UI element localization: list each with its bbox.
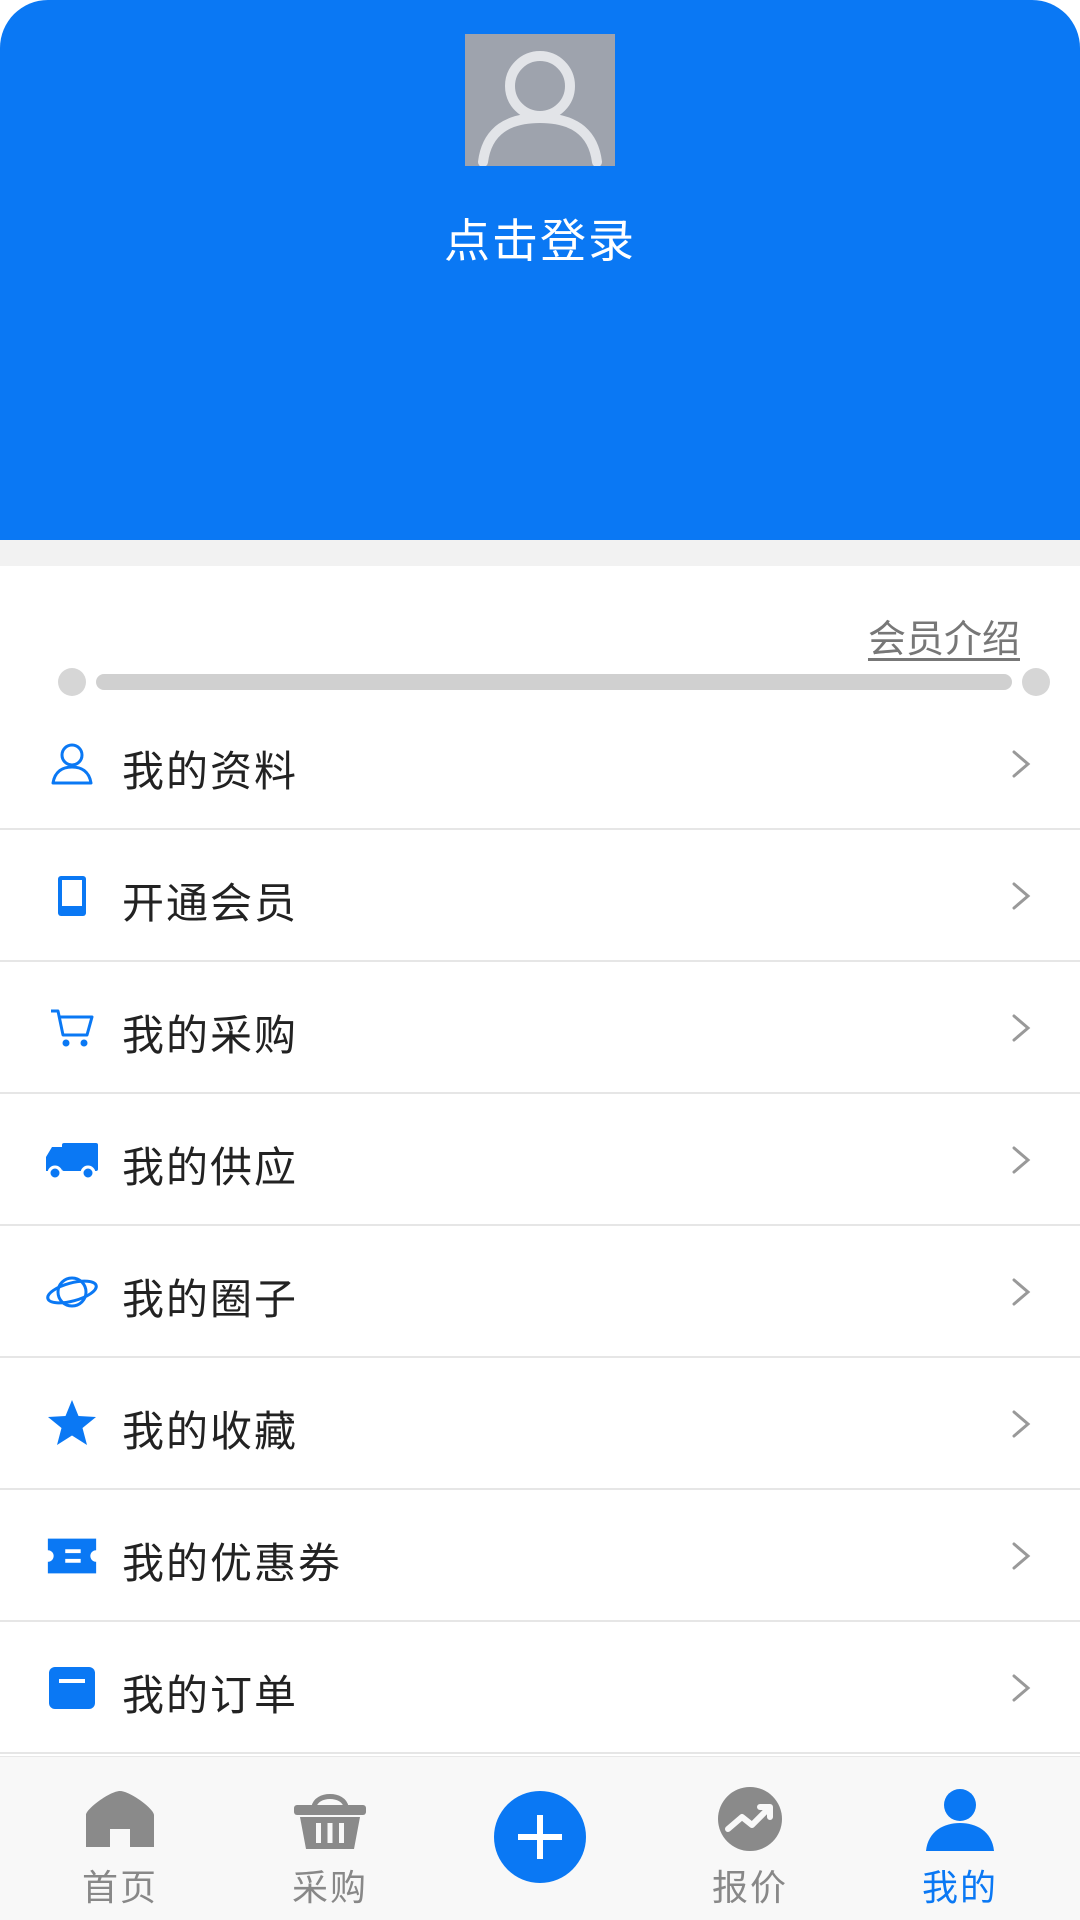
chevron-right-icon bbox=[1012, 1278, 1031, 1306]
chevron-right-icon bbox=[1012, 750, 1031, 778]
menu-item-orders[interactable]: 我的订单 bbox=[0, 1622, 1080, 1754]
avatar-placeholder-icon bbox=[478, 51, 602, 166]
avatar[interactable] bbox=[465, 34, 615, 166]
menu-item-label: 我的圈子 bbox=[122, 1275, 299, 1324]
progress-track bbox=[96, 674, 1012, 690]
star-icon bbox=[44, 1396, 100, 1452]
chevron-right-icon bbox=[1012, 1410, 1031, 1438]
chevron-right-icon bbox=[1012, 1674, 1031, 1702]
menu-item-label: 我的资料 bbox=[122, 747, 299, 796]
login-prompt[interactable]: 点击登录 bbox=[0, 205, 1080, 271]
menu-item-favorites[interactable]: 我的收藏 bbox=[0, 1358, 1080, 1490]
plus-icon bbox=[518, 1815, 562, 1859]
publish-button[interactable] bbox=[494, 1791, 586, 1883]
progress-start-dot bbox=[58, 668, 86, 696]
menu-item-label: 我的订单 bbox=[122, 1671, 299, 1720]
menu-item-label: 开通会员 bbox=[122, 879, 299, 928]
person-icon bbox=[926, 1789, 994, 1851]
menu-item-circle[interactable]: 我的圈子 bbox=[0, 1226, 1080, 1358]
home-icon bbox=[86, 1791, 154, 1847]
menu-item-label: 我的采购 bbox=[122, 1011, 299, 1060]
section-divider bbox=[0, 540, 1080, 566]
chevron-right-icon bbox=[1012, 1542, 1031, 1570]
user-outline-icon bbox=[44, 736, 100, 792]
tab-label: 我的 bbox=[921, 1868, 998, 1909]
menu-item-label: 我的供应 bbox=[122, 1143, 299, 1192]
menu-item-label: 我的收藏 bbox=[122, 1407, 299, 1456]
tab-quote[interactable]: 报价 bbox=[650, 1757, 850, 1920]
menu-list: 我的资料 开通会员 我的采购 我的供应 我的圈子 我的收藏 我的优惠券 我的订单 bbox=[0, 698, 1080, 1754]
tab-purchase[interactable]: 采购 bbox=[230, 1757, 430, 1920]
menu-item-supply[interactable]: 我的供应 bbox=[0, 1094, 1080, 1226]
cart-icon bbox=[44, 1000, 100, 1056]
truck-icon bbox=[44, 1132, 100, 1188]
trend-icon bbox=[718, 1787, 782, 1851]
chevron-right-icon bbox=[1012, 1146, 1031, 1174]
planet-icon bbox=[44, 1264, 100, 1320]
chevron-right-icon bbox=[1012, 1014, 1031, 1042]
tab-label: 采购 bbox=[291, 1868, 368, 1909]
progress-end-dot bbox=[1022, 668, 1050, 696]
tab-home[interactable]: 首页 bbox=[20, 1757, 220, 1920]
bottom-tab-bar: 首页 采购 报价 我的 bbox=[0, 1756, 1080, 1920]
tablet-icon bbox=[44, 868, 100, 924]
menu-item-coupons[interactable]: 我的优惠券 bbox=[0, 1490, 1080, 1622]
tab-mine[interactable]: 我的 bbox=[860, 1757, 1060, 1920]
menu-item-membership[interactable]: 开通会员 bbox=[0, 830, 1080, 962]
menu-item-profile[interactable]: 我的资料 bbox=[0, 698, 1080, 830]
basket-icon bbox=[294, 1794, 366, 1849]
coupon-icon bbox=[44, 1528, 100, 1584]
menu-item-label: 我的优惠券 bbox=[122, 1539, 343, 1588]
member-progress bbox=[58, 666, 1050, 696]
member-intro-link[interactable]: 会员介绍 bbox=[868, 608, 1020, 663]
tab-label: 报价 bbox=[711, 1868, 788, 1909]
chevron-right-icon bbox=[1012, 882, 1031, 910]
tab-label: 首页 bbox=[81, 1868, 158, 1909]
profile-page: 点击登录 会员介绍 我的资料 开通会员 我的采购 我的供应 我的圈子 我的收藏 … bbox=[0, 0, 1080, 1920]
profile-header: 点击登录 bbox=[0, 0, 1080, 540]
order-icon bbox=[44, 1660, 100, 1716]
menu-item-purchase[interactable]: 我的采购 bbox=[0, 962, 1080, 1094]
